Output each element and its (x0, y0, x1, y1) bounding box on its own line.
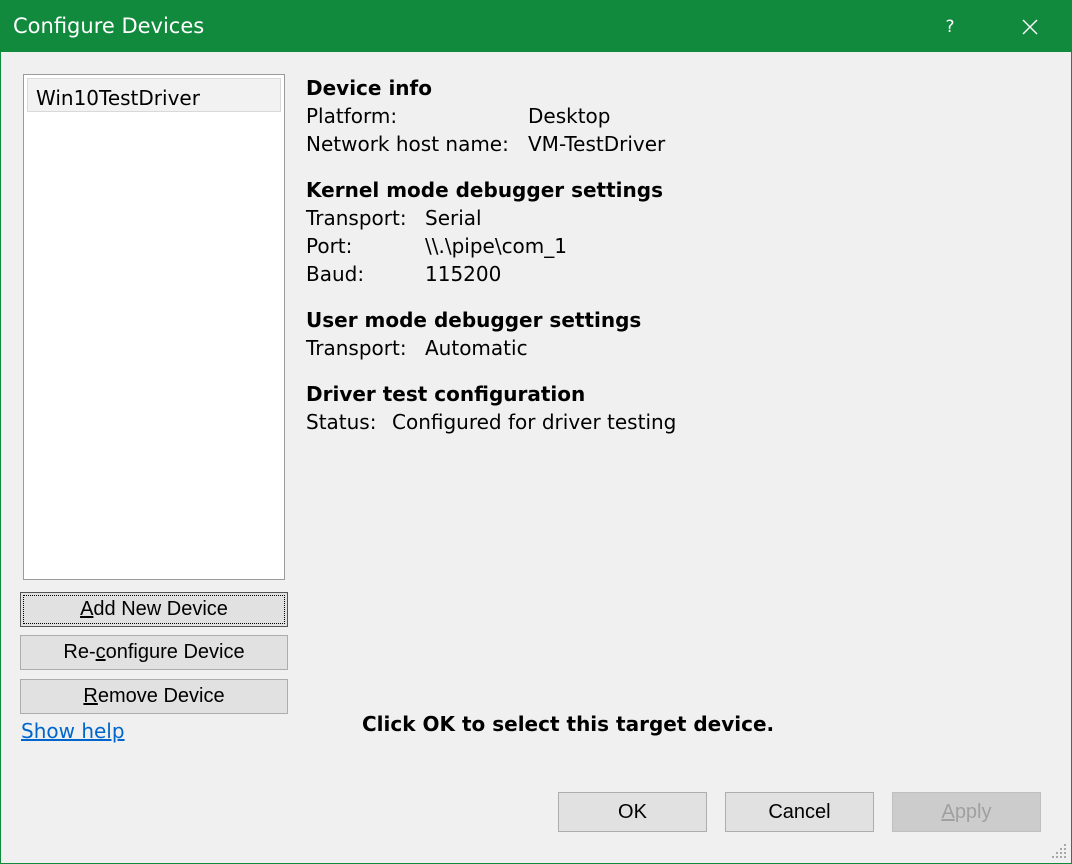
device-info-heading: Device info (306, 76, 432, 100)
apply-button[interactable]: Apply (892, 792, 1041, 832)
help-icon: ? (945, 16, 955, 37)
remove-device-button[interactable]: Remove Device (20, 679, 288, 714)
help-button[interactable]: ? (923, 1, 977, 52)
close-button[interactable] (1003, 1, 1057, 52)
driver-test-heading: Driver test configuration (306, 382, 586, 406)
reconfigure-device-button[interactable]: Re-c onfigure Device (20, 635, 288, 670)
cancel-button[interactable]: Cancel (725, 792, 874, 832)
show-help-link[interactable]: Show help (21, 719, 125, 743)
network-host-value: VM-TestDriver (528, 132, 666, 156)
user-mode-settings-heading: User mode debugger settings (306, 308, 642, 332)
user-transport-value: Automatic (425, 336, 528, 360)
title-bar: Configure Devices ? (1, 1, 1071, 52)
add-new-device-button[interactable]: Add New Device (20, 592, 288, 627)
driver-test-status-label: Status: (306, 410, 377, 434)
device-list[interactable]: Win10TestDriver (23, 74, 285, 580)
platform-value: Desktop (528, 104, 611, 128)
resize-grip-icon[interactable] (1050, 842, 1068, 860)
kernel-baud-value: 115200 (425, 262, 502, 286)
ok-button[interactable]: OK (558, 792, 707, 832)
user-transport-label: Transport: (306, 336, 407, 360)
network-host-label: Network host name: (306, 132, 509, 156)
close-icon (1022, 19, 1038, 34)
device-list-item[interactable]: Win10TestDriver (27, 78, 281, 112)
kernel-settings-heading: Kernel mode debugger settings (306, 178, 663, 202)
driver-test-status-value: Configured for driver testing (392, 410, 677, 434)
select-device-hint: Click OK to select this target device. (362, 712, 775, 736)
kernel-port-label: Port: (306, 234, 353, 258)
kernel-transport-value: Serial (425, 206, 482, 230)
kernel-port-value: \\.\pipe\com_1 (425, 234, 568, 258)
kernel-transport-label: Transport: (306, 206, 407, 230)
platform-label: Platform: (306, 104, 398, 128)
window-title: Configure Devices (13, 14, 205, 38)
kernel-baud-label: Baud: (306, 262, 365, 286)
configure-devices-dialog: Configure Devices ? Win10TestDriver Add … (0, 0, 1072, 864)
